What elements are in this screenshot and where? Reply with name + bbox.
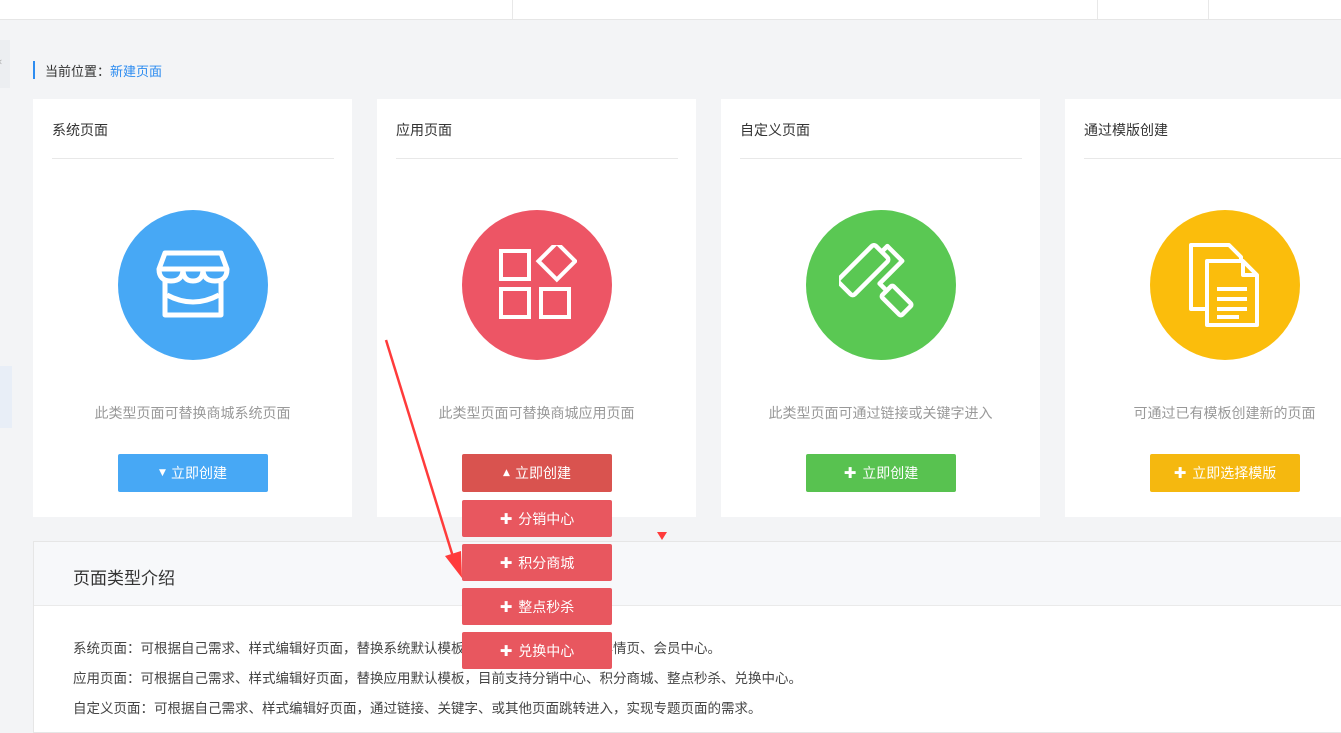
breadcrumb-label: 当前位置： (45, 64, 111, 80)
caret-up-icon: ▲ (503, 468, 510, 478)
menu-item-flash-sale[interactable]: ✚ 整点秒杀 (462, 588, 612, 625)
documents-icon (1150, 210, 1300, 360)
card-title: 通过模版创建 (1084, 123, 1168, 139)
card-system-page: 系统页面 此类型页面可替换商城系统页面 ▼ 立即创建 (33, 99, 352, 517)
create-custom-page-button[interactable]: ✚ 立即创建 (806, 454, 956, 492)
card-description: 此类型页面可替换商城应用页面 (438, 406, 635, 422)
card-app-page: 应用页面 此类型页面可替换商城应用页面 ▲ 立即创建 (377, 99, 696, 517)
topbar-divider (512, 0, 513, 19)
plus-icon: ✚ (1173, 464, 1187, 482)
intro-line-custom: 自定义页面：可根据自己需求、样式编辑好页面，通过链接、关键字、或其他页面跳转进入… (73, 701, 762, 717)
sidebar-collapse-handle[interactable]: ‹ (0, 40, 10, 88)
menu-item-distribution-center[interactable]: ✚ 分销中心 (462, 500, 612, 537)
button-label: 立即创建 (170, 466, 227, 482)
page-type-intro-panel: 页面类型介绍 系统页面：可根据自己需求、样式编辑好页面，替换系统默认模板，目前支… (33, 541, 1341, 733)
topbar-divider (1208, 0, 1209, 19)
card-custom-page: 自定义页面 此类型页面可通过链接或关键字进入 ✚ 立即创建 (721, 99, 1040, 517)
create-system-page-button[interactable]: ▼ 立即创建 (118, 454, 268, 492)
card-title: 系统页面 (52, 123, 108, 139)
choose-template-button[interactable]: ✚ 立即选择模版 (1150, 454, 1300, 492)
plus-icon: ✚ (843, 464, 857, 482)
plus-icon: ✚ (499, 641, 513, 660)
card-description: 可通过已有模板创建新的页面 (1133, 406, 1316, 422)
menu-item-label: 整点秒杀 (518, 599, 575, 616)
paint-roller-icon (806, 210, 956, 360)
intro-line-app: 应用页面：可根据自己需求、样式编辑好页面，替换应用默认模板，目前支持分销中心、积… (73, 671, 802, 687)
intro-header: 页面类型介绍 (34, 542, 1341, 606)
menu-item-exchange-center[interactable]: ✚ 兑换中心 (462, 632, 612, 669)
apps-grid-icon (462, 210, 612, 360)
store-icon (118, 210, 268, 360)
button-label: 立即创建 (514, 466, 571, 482)
caret-down-icon: ▼ (159, 468, 166, 478)
menu-item-label: 兑换中心 (518, 643, 575, 660)
card-divider (52, 158, 334, 159)
sidebar-edge (0, 366, 12, 428)
card-divider (396, 158, 678, 159)
button-label: 立即创建 (862, 466, 919, 482)
intro-line-system: 系统页面：可根据自己需求、样式编辑好页面，替换系统默认模板，目前支持首页、商品详… (73, 641, 721, 657)
chevron-left-icon: ‹ (0, 55, 2, 68)
plus-icon: ✚ (499, 553, 513, 572)
card-title: 自定义页面 (740, 123, 810, 139)
card-description: 此类型页面可通过链接或关键字进入 (768, 406, 993, 422)
top-bar (0, 0, 1341, 20)
annotation-marker (657, 532, 667, 540)
card-template-page: 通过模版创建 可通过已有模板创建新的页面 ✚ 立即选择模版 (1065, 99, 1341, 517)
breadcrumb-marker (33, 61, 35, 79)
menu-item-label: 分销中心 (518, 511, 575, 528)
topbar-divider (1097, 0, 1098, 19)
card-title: 应用页面 (396, 123, 452, 139)
card-description: 此类型页面可替换商城系统页面 (94, 406, 291, 422)
create-app-page-button[interactable]: ▲ 立即创建 (462, 454, 612, 492)
plus-icon: ✚ (499, 597, 513, 616)
breadcrumb: 当前位置： 新建页面 (33, 60, 162, 80)
breadcrumb-current[interactable]: 新建页面 (110, 61, 162, 80)
button-label: 立即选择模版 (1192, 466, 1277, 482)
card-divider (1084, 158, 1341, 159)
plus-icon: ✚ (499, 509, 513, 528)
intro-title: 页面类型介绍 (73, 569, 175, 589)
card-divider (740, 158, 1022, 159)
menu-item-label: 积分商城 (518, 555, 575, 572)
menu-item-points-mall[interactable]: ✚ 积分商城 (462, 544, 612, 581)
